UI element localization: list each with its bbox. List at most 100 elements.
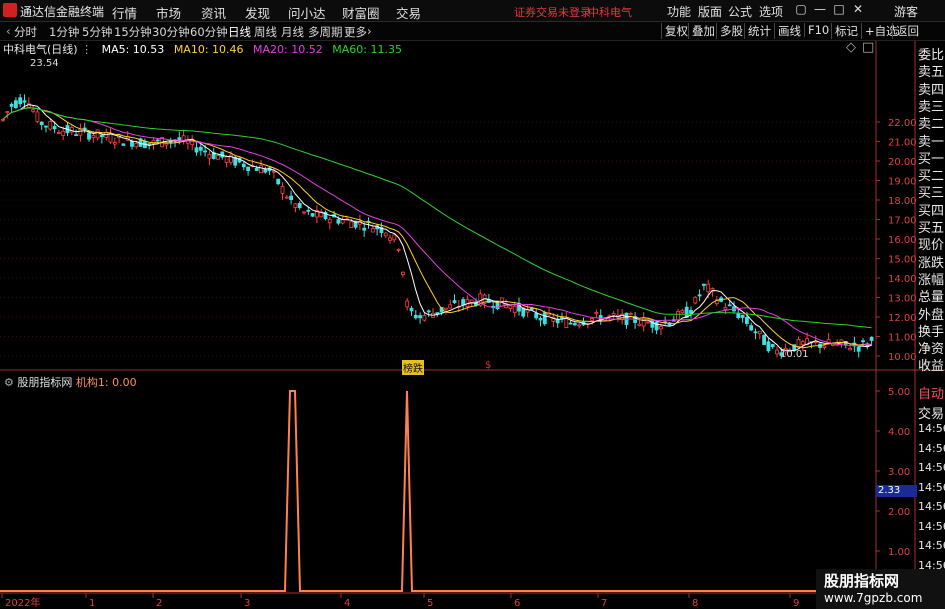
- sub-y-tick-label: 2.00: [888, 507, 910, 518]
- candle-body: [740, 315, 745, 318]
- candle-body: [383, 232, 388, 237]
- candle-body: [349, 221, 354, 228]
- cursor-value-badge: 2.33: [876, 485, 917, 497]
- candle-body: [413, 314, 418, 319]
- candle-body: [203, 150, 208, 153]
- candle-body: [727, 304, 732, 307]
- quote-item: 买三: [918, 186, 945, 202]
- candle-body: [302, 211, 306, 214]
- quote-item: 换手: [918, 324, 945, 340]
- candle-body: [594, 311, 599, 315]
- quote-item: 买二: [918, 169, 945, 185]
- time-item: 14:56: [918, 519, 945, 533]
- candle-body: [426, 310, 431, 313]
- candle-body: [9, 103, 14, 107]
- quote-item: 涨幅: [918, 272, 945, 288]
- candle-body: [31, 109, 36, 112]
- candle-body: [78, 128, 83, 136]
- candle-body: [216, 155, 220, 160]
- candle-body: [538, 318, 543, 321]
- candle-body: [822, 345, 827, 348]
- event-tag[interactable]: 榜跌: [402, 360, 424, 375]
- indicator-settings-icon[interactable]: ⚙: [4, 376, 14, 389]
- candle-body: [775, 349, 779, 355]
- candle-body: [100, 134, 104, 138]
- candle-body: [555, 319, 560, 324]
- candle-body: [48, 121, 53, 130]
- y-tick-label: 22.00: [888, 118, 917, 129]
- kline-chart[interactable]: 22.0021.0020.0019.0018.0017.0016.0015.00…: [0, 0, 945, 609]
- y-tick-label: 20.00: [888, 157, 917, 168]
- candle-body: [108, 133, 113, 143]
- sub-y-tick-label: 1.00: [888, 547, 910, 558]
- candle-body: [813, 341, 818, 344]
- candle-body: [405, 300, 410, 308]
- candle-body: [461, 299, 466, 306]
- candle-body: [800, 341, 805, 345]
- candle-body: [508, 305, 513, 309]
- candle-body: [435, 312, 440, 315]
- x-tick-label: 2022年: [5, 596, 40, 609]
- candle-body: [91, 135, 96, 139]
- y-tick-label: 17.00: [888, 216, 917, 227]
- time-item: 14:56: [918, 422, 945, 435]
- candle-body: [856, 346, 861, 352]
- x-tick-label: 7: [601, 598, 607, 609]
- trade-item[interactable]: 交易: [918, 403, 944, 422]
- quote-item: 卖一: [918, 134, 945, 150]
- sub-y-tick-label: 5.00: [888, 387, 910, 398]
- candle-body: [753, 331, 758, 334]
- candle-body: [207, 154, 212, 159]
- candle-body: [392, 234, 397, 241]
- candle-body: [18, 97, 23, 105]
- trade-item[interactable]: 自动: [918, 383, 944, 402]
- candle-body: [336, 219, 341, 224]
- x-tick-label: 2: [156, 598, 162, 609]
- candle-body: [418, 315, 423, 319]
- indicator-name[interactable]: 股朋指标网: [17, 376, 72, 389]
- quote-item: 涨跌: [918, 255, 945, 271]
- candle-body: [697, 294, 702, 297]
- candle-body: [452, 300, 457, 303]
- x-tick-label: 3: [244, 598, 250, 609]
- candle-body: [74, 134, 78, 137]
- candle-body: [676, 310, 680, 321]
- y-tick-label: 21.00: [888, 138, 917, 149]
- indicator-layer: [0, 390, 876, 592]
- dollar-tag[interactable]: $: [485, 360, 491, 371]
- candle-body: [61, 130, 66, 136]
- candle-body: [762, 334, 766, 345]
- quote-item: 卖五: [918, 65, 945, 81]
- candle-body: [534, 313, 539, 319]
- time-item: 14:56: [918, 441, 945, 455]
- candle-body: [177, 137, 182, 141]
- candle-body: [745, 317, 749, 324]
- candle-body: [95, 129, 100, 139]
- quote-item: 卖三: [918, 99, 945, 115]
- candle-body: [306, 209, 311, 212]
- candle-body: [848, 348, 852, 351]
- candle-body: [577, 324, 582, 327]
- candle-body: [263, 168, 268, 173]
- quote-item: 卖二: [918, 117, 945, 133]
- sub-y-tick-label: 3.00: [888, 467, 910, 478]
- candle-body: [770, 344, 775, 348]
- watermark-title: 股朋指标网: [824, 572, 900, 590]
- time-item: 14:56: [918, 480, 945, 494]
- quote-item: 总量: [918, 290, 945, 306]
- candle-body: [289, 195, 294, 201]
- candle-body: [568, 322, 573, 325]
- candle-body: [271, 170, 276, 173]
- chart-grid: [0, 41, 945, 594]
- candle-body: [564, 318, 569, 328]
- candle-body: [422, 315, 427, 321]
- candle-body: [512, 305, 517, 314]
- y-tick-label: 18.00: [888, 196, 917, 207]
- candle-body: [702, 283, 706, 286]
- candle-body: [611, 313, 616, 316]
- indicator-line: [0, 390, 876, 592]
- quote-item: 买四: [918, 203, 945, 219]
- candle-body: [276, 178, 281, 185]
- candle-body: [723, 307, 728, 310]
- candle-body: [646, 321, 650, 324]
